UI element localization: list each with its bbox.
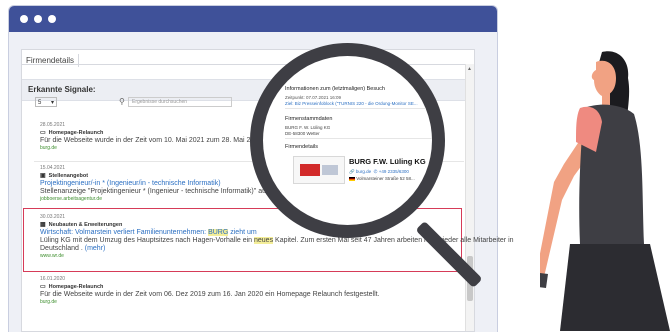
lens-company-address: Volmarsteiner Straße 52 58... xyxy=(356,176,415,181)
window-titlebar xyxy=(9,6,497,32)
list-item: 16.01.2020 ▭ Homepage-Relaunch Für die We… xyxy=(40,276,460,305)
signal-source[interactable]: www.wr.de xyxy=(40,253,458,259)
lens-details-title: Firmendetails xyxy=(285,144,319,150)
company-thumbnail[interactable] xyxy=(293,156,345,184)
lens-visit-via[interactable]: Ziel: Biz Presseinfoblock ("TURNIS 220 -… xyxy=(285,101,418,106)
search-icon: ⚲ xyxy=(119,97,125,106)
signal-type: ▭ Homepage-Relaunch xyxy=(40,283,460,290)
link-highlight: BURG xyxy=(208,229,229,236)
lens-company-site[interactable]: burg.de xyxy=(356,169,371,174)
lens-company-phone[interactable]: +49 2335/6300 xyxy=(379,169,409,174)
monitor-icon: ▭ xyxy=(40,284,46,290)
lens-master-title: Firmenstammdaten xyxy=(285,116,333,122)
lens-divider-2 xyxy=(285,138,432,139)
link-icon: 🔗 xyxy=(349,169,355,174)
search-input[interactable]: ⚲ Ergebnisse durchsuchen xyxy=(119,97,232,107)
thumbnail-grey-block xyxy=(322,165,338,175)
body-text: Lüling KG mit dem Umzug des Hauptsitzes … xyxy=(40,237,254,244)
window-dot-1[interactable] xyxy=(20,15,28,23)
tab-firmendetails[interactable]: Firmendetails xyxy=(22,54,80,67)
link-text-end: zieht um xyxy=(228,229,257,236)
briefcase-icon: ▣ xyxy=(40,173,46,179)
body-text-end: Kapitel. Zum ersten Mal seit 47 Jahren a… xyxy=(273,237,514,244)
lens-divider-1 xyxy=(285,108,432,109)
more-link[interactable]: (mehr) xyxy=(85,245,106,252)
signal-body-line2: Deutschland . (mehr) xyxy=(40,245,458,252)
person-legs xyxy=(560,244,670,331)
signal-type-label: Homepage-Relaunch xyxy=(48,130,104,136)
signal-date: 16.01.2020 xyxy=(40,276,66,282)
lens-company-contacts: 🔗 burg.de ✆ +49 2335/6300 xyxy=(349,169,409,175)
signal-type-label: Stellenangebot xyxy=(48,173,89,179)
body-highlight: neues xyxy=(254,237,274,244)
monitor-icon: ▭ xyxy=(40,130,46,136)
lens-master-city: DE-58300 Wetter xyxy=(285,131,320,136)
lens-visit-title: Informationen zum (letztmaligen) Besuch xyxy=(285,86,385,92)
link-text: Wirtschaft: Volmarstein verliert Familie… xyxy=(40,229,209,236)
lens-company-address-row: Volmarsteiner Straße 52 58... xyxy=(349,176,415,181)
magnifier-lens: Informationen zum (letztmaligen) Besuch … xyxy=(263,56,432,225)
lens-visit-time: Zeitpunkt: 07.07.2021 16:09 xyxy=(285,95,342,100)
phone-icon: ✆ xyxy=(373,169,378,174)
scrollbar[interactable]: ▲ xyxy=(465,64,474,331)
signal-type-label: Homepage-Relaunch xyxy=(48,284,104,290)
scroll-up-icon[interactable]: ▲ xyxy=(467,66,472,72)
signal-body: Lüling KG mit dem Umzug des Hauptsitzes … xyxy=(40,237,514,244)
lens-company-name: BURG F.W. Lüling KG xyxy=(349,157,426,166)
lens-master-name: BURG F. W. Lüling KG xyxy=(285,125,331,130)
person-neck xyxy=(602,92,610,106)
person-hand xyxy=(540,273,548,288)
thumbnail-red-block xyxy=(300,164,320,176)
page-size-value: 5 xyxy=(38,100,42,106)
flag-de-icon xyxy=(349,176,355,181)
person-illustration xyxy=(540,51,670,331)
signal-type-label: Neubauten & Erweiterungen xyxy=(48,222,123,228)
section-title: Erkannte Signale: xyxy=(28,85,96,94)
signal-source[interactable]: burg.de xyxy=(40,299,460,305)
page-size-select[interactable]: 5 ▾ xyxy=(35,97,57,107)
window-dot-2[interactable] xyxy=(34,15,42,23)
window-dot-3[interactable] xyxy=(48,15,56,23)
chevron-down-icon: ▾ xyxy=(50,100,54,106)
building-icon: ▦ xyxy=(40,222,46,228)
search-placeholder: Ergebnisse durchsuchen xyxy=(132,99,188,105)
person-face xyxy=(591,60,616,96)
signal-body: Für die Webseite wurde in der Zeit vom 0… xyxy=(40,291,380,298)
body-text: Deutschland . xyxy=(40,245,85,252)
signal-link[interactable]: Wirtschaft: Volmarstein verliert Familie… xyxy=(40,229,458,236)
